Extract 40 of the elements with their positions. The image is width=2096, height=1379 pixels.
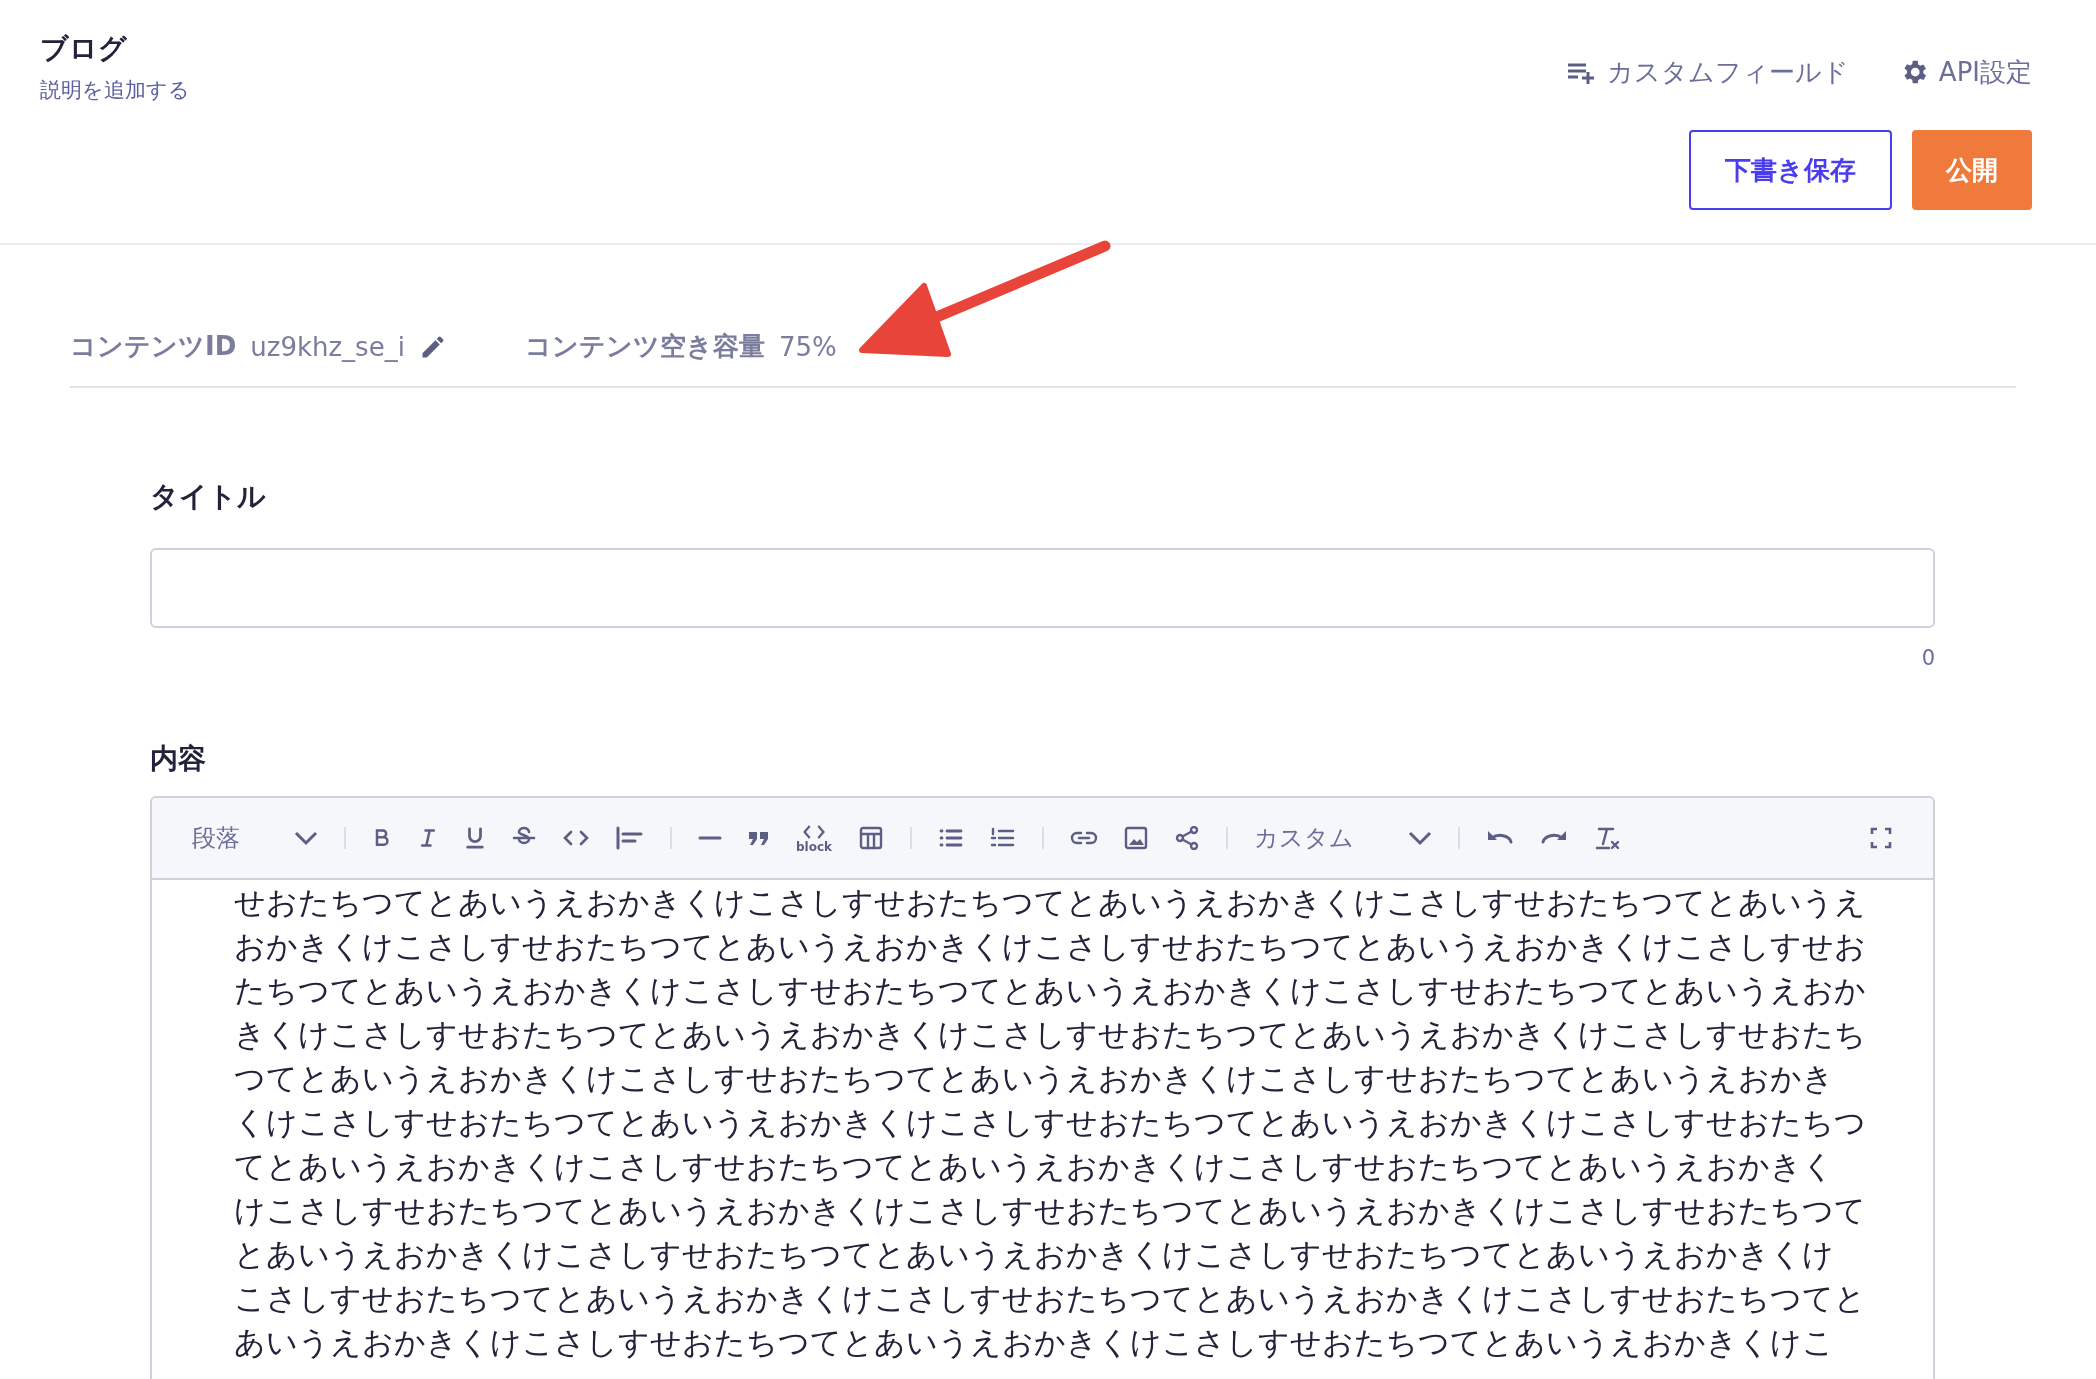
custom-select[interactable]: カスタム: [1254, 822, 1433, 854]
field-label: 内容: [150, 741, 206, 777]
add-description-link[interactable]: 説明を追加する: [40, 76, 190, 104]
custom-field-link[interactable]: カスタムフィールド: [1566, 54, 1849, 90]
free-capacity-value: 75%: [778, 331, 837, 362]
character-counter: 0: [1921, 646, 1935, 670]
align-left-icon[interactable]: [616, 826, 644, 850]
publish-button[interactable]: 公開: [1912, 130, 2032, 210]
body-text-line: けこさしすせおたちつてとあいうえおかきくけこさしすせおたちつてとあいうえおかきくけこさしすせおたちつて: [234, 1191, 1866, 1230]
body-text-line: とあいうえおかきくけこさしすせおたちつてとあいうえおかきくけこさしすせおたちつてとあいうえおかきくけ: [234, 1235, 1834, 1274]
body-text-line: きくけこさしすせおたちつてとあいうえおかきくけこさしすせおたちつてとあいうえおかきくけこさしすせおたち: [234, 1015, 1866, 1054]
share-icon[interactable]: [1174, 826, 1201, 850]
content-id-label: コンテンツID: [70, 330, 237, 363]
image-icon[interactable]: [1124, 826, 1149, 850]
body-text-line: おかきくけこさしすせおたちつてとあいうえおかきくけこさしすせおたちつてとあいうえおかきくけこさしすせお: [234, 927, 1866, 966]
field-label: タイトル: [150, 479, 266, 515]
chevron-down-icon: [1408, 830, 1433, 846]
page-title: ブログ: [40, 31, 128, 67]
api-settings-link[interactable]: API設定: [1898, 54, 2032, 90]
body-text-line: つてとあいうえおかきくけこさしすせおたちつてとあいうえおかきくけこさしすせおたちつてとあいうえおかき: [234, 1059, 1834, 1098]
italic-icon[interactable]: [418, 826, 438, 850]
rich-text-editor[interactable]: [150, 796, 1935, 1379]
free-capacity-label: コンテンツ空き容量: [524, 330, 765, 363]
body-text-line: あいうえおかきくけこさしすせおたちつてとあいうえおかきくけこさしすせおたちつてとあいうえおかきくけこ: [234, 1323, 1834, 1362]
table-icon[interactable]: [858, 826, 885, 850]
body-text-line: てとあいうえおかきくけこさしすせおたちつてとあいうえおかきくけこさしすせおたちつてとあいうえおかきく: [234, 1147, 1834, 1186]
code-icon: [802, 823, 826, 841]
body-text-line: たちつてとあいうえおかきくけこさしすせおたちつてとあいうえおかきくけこさしすせおたちつてとあいうえおか: [234, 971, 1866, 1010]
fullscreen-icon[interactable]: [1869, 826, 1893, 850]
code-block-button[interactable]: block: [796, 823, 833, 853]
clear-formatting-icon[interactable]: [1594, 826, 1621, 850]
save-draft-button[interactable]: 下書き保存: [1689, 130, 1892, 210]
paragraph-format-select[interactable]: 段落: [192, 822, 318, 854]
underline-icon[interactable]: [464, 826, 486, 850]
body-text-line: せおたちつてとあいうえおかきくけこさしすせおたちつてとあいうえおかきくけこさしすせおたちつてとあいうえ: [234, 883, 1866, 922]
body-text-line: こさしすせおたちつてとあいうえおかきくけこさしすせおたちつてとあいうえおかきくけこさしすせおたちつてと: [234, 1279, 1866, 1318]
content-id-value: uz9khz_se_i: [250, 331, 405, 362]
chevron-down-icon: [294, 830, 318, 846]
body-text-line: くけこさしすせおたちつてとあいうえおかきくけこさしすせおたちつてとあいうえおかきくけこさしすせおたちつ: [234, 1103, 1866, 1142]
title-input[interactable]: [150, 548, 1935, 628]
